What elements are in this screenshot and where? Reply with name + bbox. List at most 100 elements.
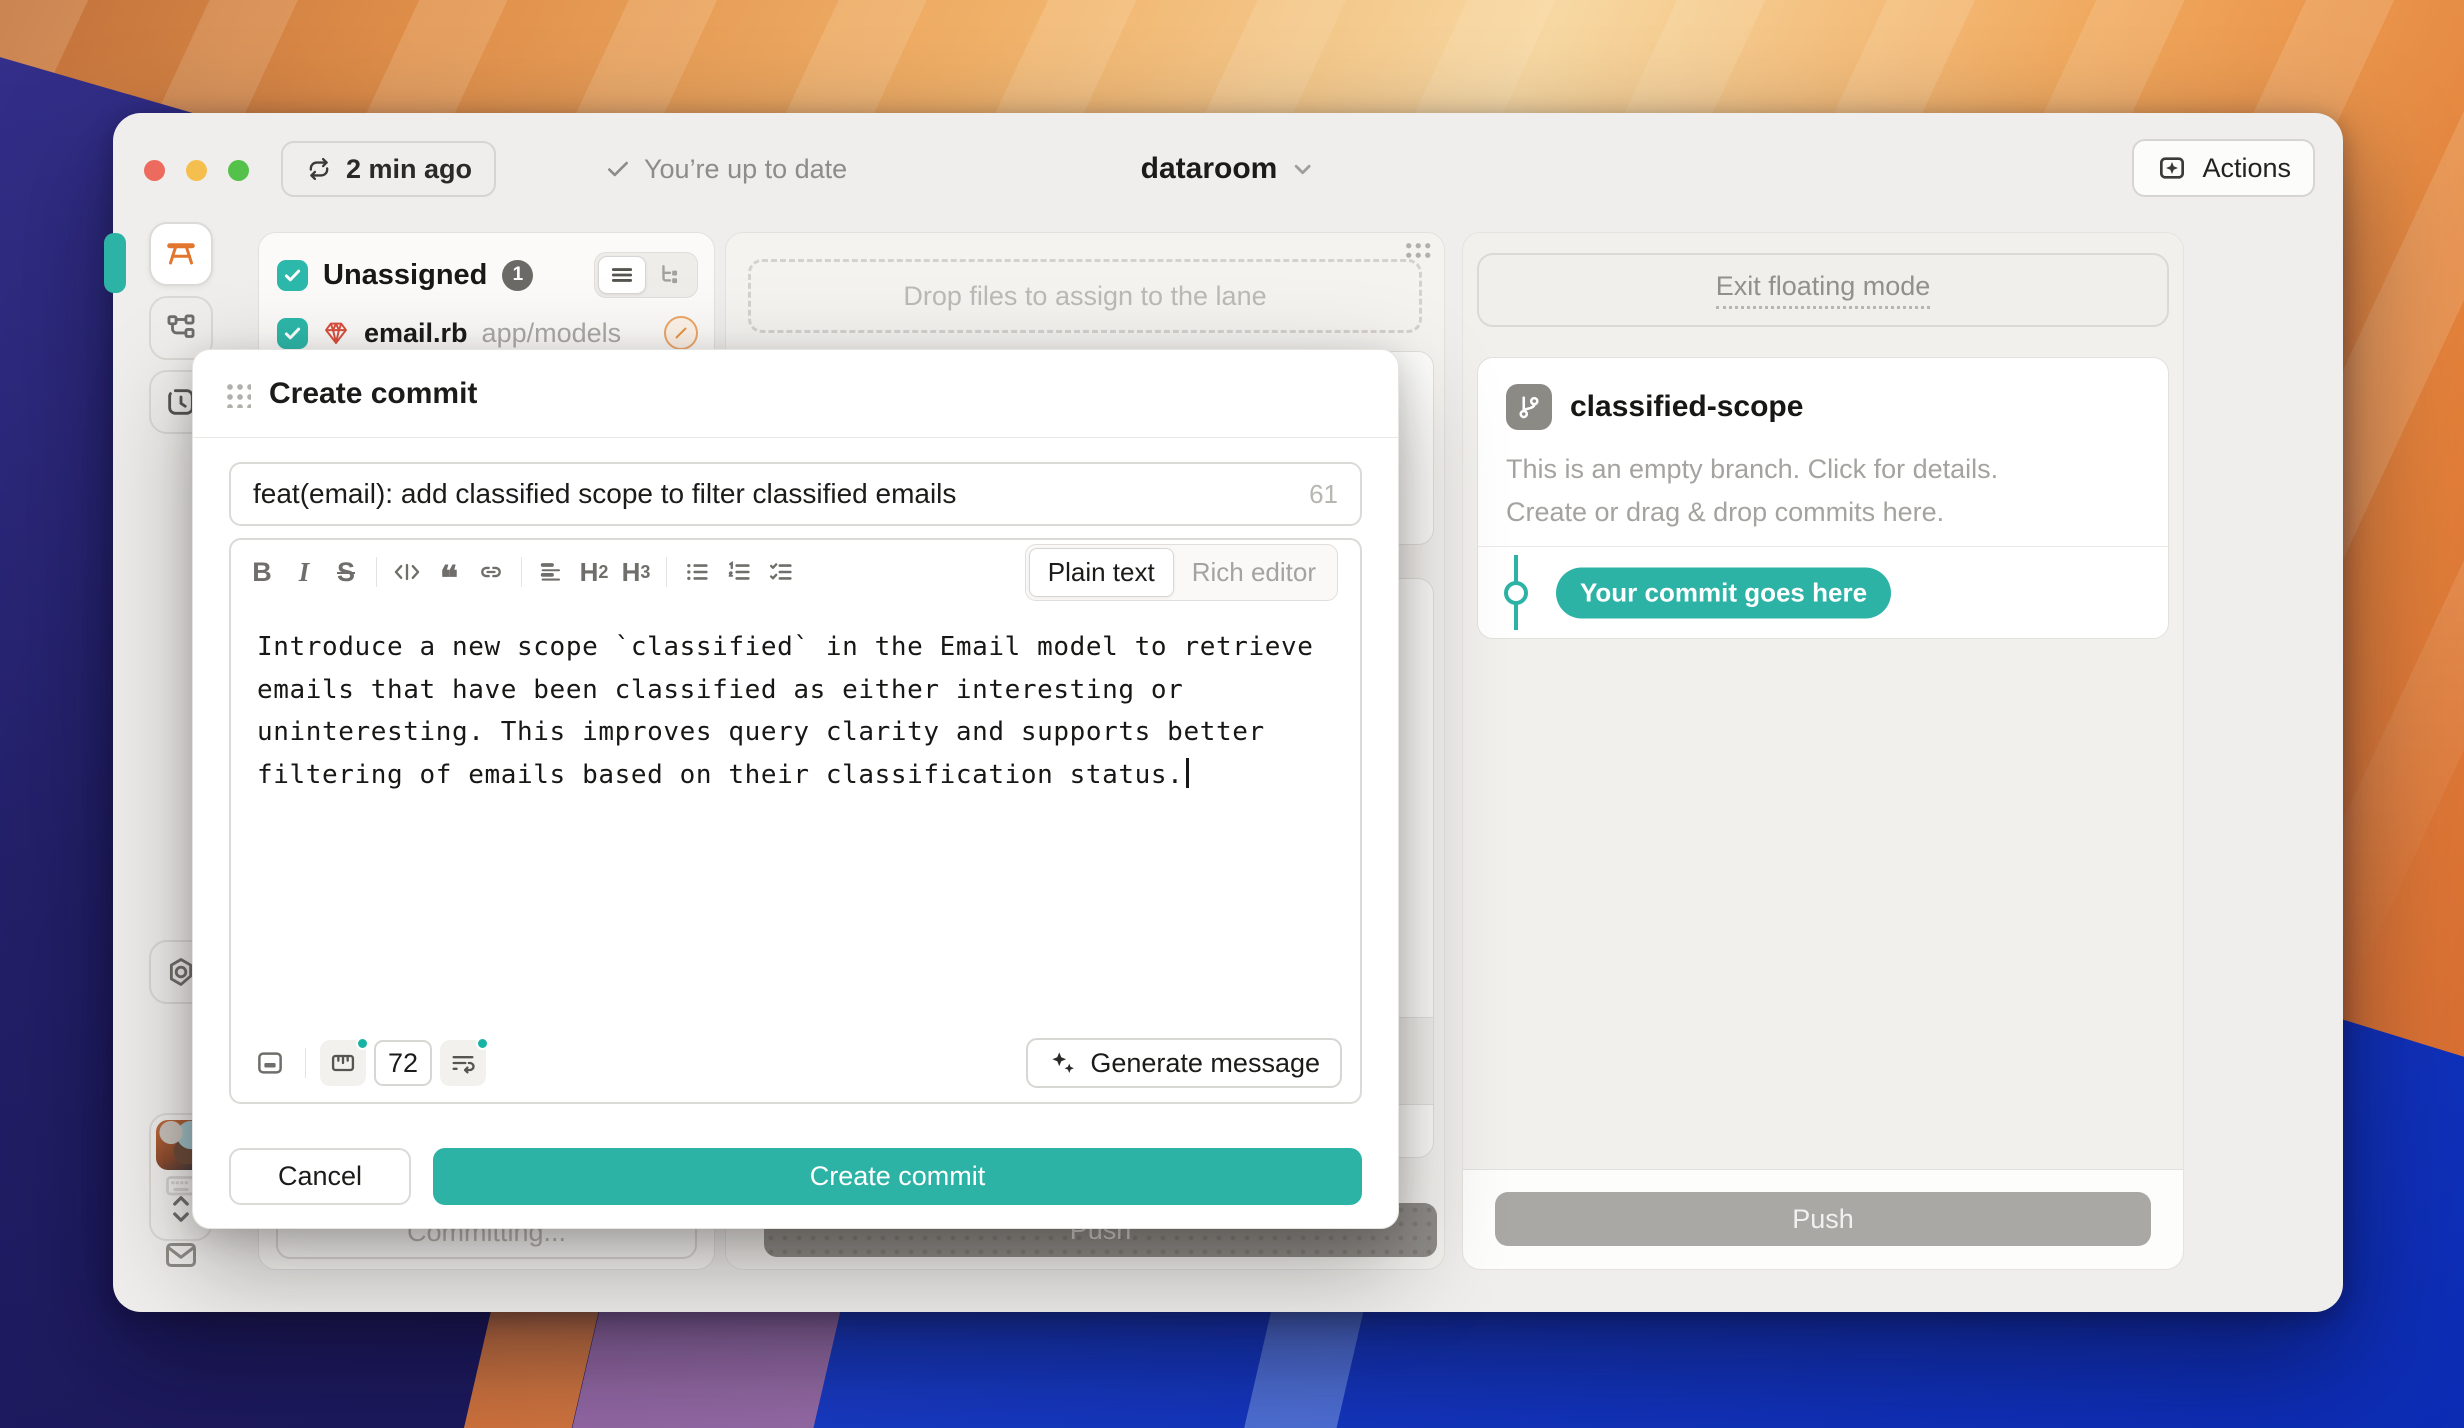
actions-sparkle-icon — [2156, 152, 2188, 184]
check-icon — [282, 323, 303, 344]
branch-card[interactable]: classified-scope This is an empty branch… — [1477, 357, 2169, 639]
enabled-dot — [356, 1037, 369, 1050]
tree-icon — [657, 262, 683, 288]
project-selector[interactable]: dataroom — [1141, 141, 1316, 197]
code-button[interactable] — [386, 551, 428, 593]
chevron-down-icon — [1289, 156, 1315, 182]
expand-editor-button[interactable] — [249, 1042, 291, 1084]
drawer-handle[interactable] — [104, 233, 126, 293]
code-icon — [393, 558, 421, 586]
commit-node-icon — [1504, 581, 1528, 605]
link-button[interactable] — [470, 551, 512, 593]
italic-button[interactable]: I — [283, 551, 325, 593]
drag-handle-icon[interactable] — [223, 380, 251, 408]
file-path: app/models — [482, 318, 622, 349]
editor-mode-toggle: Plain text Rich editor — [1025, 544, 1338, 601]
message-line: uninteresting. This improves query clari… — [257, 711, 1334, 754]
text-style-button[interactable] — [531, 551, 573, 593]
sparkles-icon — [1048, 1048, 1078, 1078]
checklist-icon — [767, 558, 795, 586]
branches-icon — [164, 311, 198, 345]
file-checkbox[interactable] — [277, 318, 308, 349]
ruler-icon — [329, 1049, 357, 1077]
letterbox-icon — [255, 1048, 285, 1078]
ruby-file-icon — [322, 319, 350, 347]
message-line: Introduce a new scope `classified` in th… — [257, 626, 1334, 669]
modal-title: Create commit — [269, 377, 477, 411]
lane-header: Unassigned 1 — [259, 233, 714, 310]
message-line: emails that have been classified as eith… — [257, 669, 1334, 712]
branch-panel-footer: Push — [1463, 1169, 2183, 1269]
sidebar-item-workspace[interactable] — [149, 222, 213, 286]
plain-text-tab[interactable]: Plain text — [1029, 548, 1174, 597]
strikethrough-button[interactable]: S — [325, 551, 367, 593]
lane-checkbox[interactable] — [277, 260, 308, 291]
close-button[interactable] — [144, 160, 165, 181]
commit-message-textarea[interactable]: Introduce a new scope `classified` in th… — [231, 604, 1360, 818]
word-wrap-toggle[interactable] — [440, 1040, 486, 1086]
tree-view-button[interactable] — [646, 256, 694, 294]
bullet-list-button[interactable] — [676, 551, 718, 593]
drop-zone: Drop files to assign to the lane — [748, 259, 1422, 333]
project-name: dataroom — [1141, 152, 1278, 186]
create-commit-button[interactable]: Create commit — [433, 1148, 1362, 1205]
commit-title-input[interactable]: feat(email): add classified scope to fil… — [229, 462, 1362, 526]
push-button-disabled: Push — [1495, 1192, 2151, 1246]
branch-name: classified-scope — [1570, 390, 1803, 424]
zoom-button[interactable] — [228, 160, 249, 181]
window-controls — [144, 160, 249, 181]
bullet-list-icon — [683, 558, 711, 586]
sync-icon — [305, 155, 333, 183]
actions-label: Actions — [2202, 153, 2291, 184]
numbered-list-button[interactable] — [718, 551, 760, 593]
fetch-button[interactable]: 2 min ago — [281, 141, 496, 197]
message-line: filtering of emails based on their class… — [257, 754, 1334, 797]
wrap-icon — [449, 1049, 477, 1077]
exit-floating-mode-button[interactable]: Exit floating mode — [1477, 253, 2169, 327]
drop-zone-hint: Drop files to assign to the lane — [903, 281, 1266, 312]
lane-title: Unassigned — [323, 259, 487, 292]
link-icon — [477, 558, 505, 586]
commit-message-editor: B I S ❝ H2 H3 — [229, 538, 1362, 1104]
list-view-button[interactable] — [598, 256, 646, 294]
char-counter: 61 — [1309, 479, 1338, 510]
ruler-toggle[interactable] — [320, 1040, 366, 1086]
heading3-button[interactable]: H3 — [615, 551, 657, 593]
quote-button[interactable]: ❝ — [428, 551, 470, 593]
lane-count-badge: 1 — [502, 260, 533, 291]
actions-button[interactable]: Actions — [2132, 139, 2315, 197]
floating-branch-panel: Exit floating mode classified-scope This… — [1462, 232, 2184, 1270]
mail-icon — [163, 1237, 199, 1273]
check-icon — [605, 156, 631, 182]
modified-badge-icon — [664, 316, 698, 350]
branch-empty-description: This is an empty branch. Click for detai… — [1506, 448, 2140, 534]
file-name: email.rb — [364, 318, 468, 349]
workspace-table-icon — [163, 236, 199, 272]
generate-message-button[interactable]: Generate message — [1026, 1038, 1342, 1088]
app-window: 2 min ago You’re up to date dataroom Act… — [113, 113, 2343, 1312]
minimize-button[interactable] — [186, 160, 207, 181]
check-icon — [282, 265, 303, 286]
lane-view-toggle — [594, 252, 698, 298]
sidebar-item-feedback[interactable] — [149, 1223, 213, 1287]
desktop-wallpaper: 2 min ago You’re up to date dataroom Act… — [0, 0, 2464, 1428]
heading2-button[interactable]: H2 — [573, 551, 615, 593]
wrap-column-input[interactable]: 72 — [374, 1040, 432, 1086]
file-row[interactable]: email.rb app/models — [259, 310, 714, 350]
sync-status-text: You’re up to date — [644, 154, 847, 185]
rich-editor-tab[interactable]: Rich editor — [1174, 549, 1334, 596]
checklist-button[interactable] — [760, 551, 802, 593]
numbered-list-icon — [725, 558, 753, 586]
formatting-toolbar: B I S ❝ H2 H3 — [231, 540, 1360, 604]
modal-header: Create commit — [193, 350, 1398, 438]
create-commit-modal: Create commit feat(email): add classifie… — [192, 349, 1399, 1229]
fetch-time: 2 min ago — [346, 154, 472, 185]
commit-target-section: Your commit goes here — [1478, 546, 2168, 638]
lane-drag-handle-icon[interactable] — [1404, 241, 1432, 260]
commit-title-value: feat(email): add classified scope to fil… — [253, 478, 956, 510]
text-style-icon — [538, 558, 566, 586]
text-cursor — [1186, 758, 1189, 788]
bold-button[interactable]: B — [241, 551, 283, 593]
cancel-button[interactable]: Cancel — [229, 1148, 411, 1205]
sync-status: You’re up to date — [605, 141, 847, 197]
